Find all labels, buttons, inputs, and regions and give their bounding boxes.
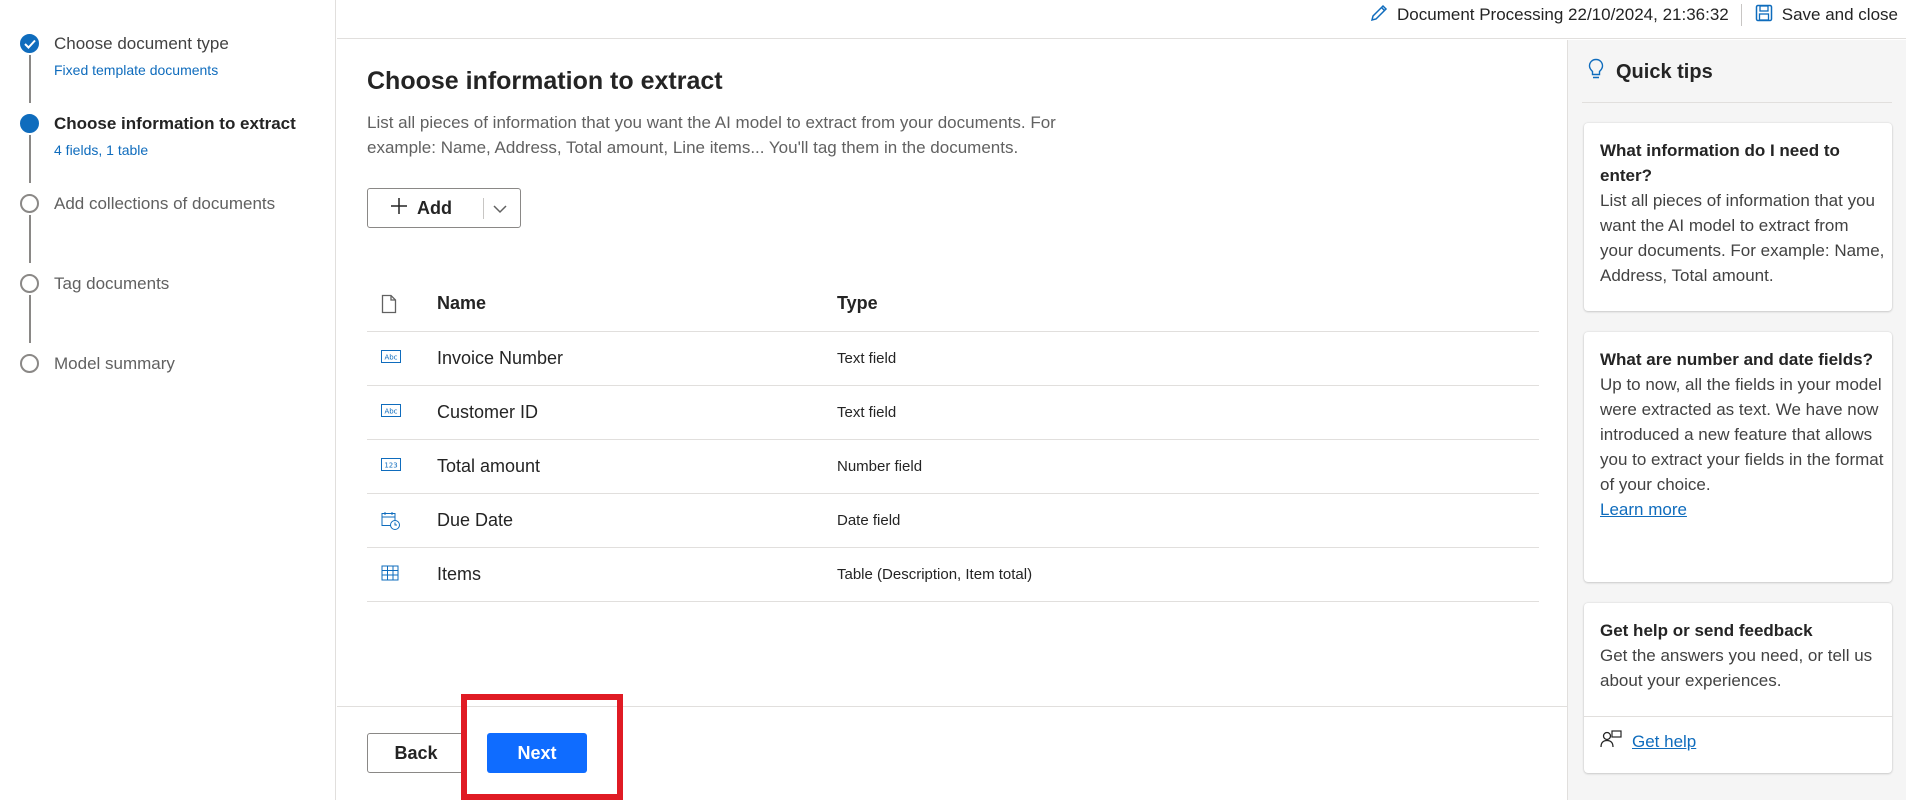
table-row[interactable]: Abc Invoice Number Text field <box>367 332 1539 386</box>
feedback-icon <box>1600 729 1622 754</box>
pencil-icon[interactable] <box>1369 3 1389 28</box>
top-bar: Document Processing 22/10/2024, 21:36:32… <box>337 0 1906 39</box>
next-button[interactable]: Next <box>487 733 587 773</box>
tip-card: What are number and date fields? Up to n… <box>1584 332 1892 582</box>
table-row[interactable]: Items Table (Description, Item total) <box>367 548 1539 602</box>
quick-tips-panel: Quick tips What information do I need to… <box>1567 40 1906 800</box>
table-row[interactable]: 123 Total amount Number field <box>367 440 1539 494</box>
step-subtitle: 4 fields, 1 table <box>54 142 149 158</box>
tip-title: What are number and date fields? <box>1600 350 1873 369</box>
step-title: Model summary <box>54 354 175 373</box>
step-connector <box>29 135 31 183</box>
field-name: Customer ID <box>437 402 539 422</box>
table-row[interactable]: Due Date Date field <box>367 494 1539 548</box>
divider <box>1584 716 1892 717</box>
plus-icon <box>390 197 408 220</box>
table-header: Name Type <box>367 275 1539 332</box>
field-type: Date field <box>837 512 901 529</box>
pending-step-icon <box>20 194 39 213</box>
tip-body-text: Up to now, all the fields in your model … <box>1600 375 1884 494</box>
field-name: Items <box>437 564 482 584</box>
chevron-down-icon[interactable] <box>492 201 508 222</box>
column-type: Type <box>837 293 878 313</box>
tip-card: Get help or send feedback Get the answer… <box>1584 603 1892 773</box>
checkmark-icon <box>20 34 39 53</box>
get-help-link[interactable]: Get help <box>1632 732 1696 752</box>
add-label: Add <box>417 197 452 218</box>
tip-body: Get the answers you need, or tell us abo… <box>1600 646 1873 690</box>
current-step-icon <box>20 114 39 133</box>
add-field-button[interactable]: Add <box>367 188 521 228</box>
field-type: Text field <box>837 404 897 421</box>
field-name: Invoice Number <box>437 348 564 368</box>
document-icon <box>381 294 397 319</box>
step-title: Tag documents <box>54 274 170 293</box>
step-connector <box>29 55 31 103</box>
tip-body: Up to now, all the fields in your model … <box>1600 372 1885 522</box>
text-field-icon: Abc <box>381 403 401 424</box>
step-connector <box>29 295 31 343</box>
pending-step-icon <box>20 274 39 293</box>
step-connector <box>29 215 31 263</box>
field-type: Table (Description, Item total) <box>837 566 1033 583</box>
page-description: List all pieces of information that you … <box>367 113 1056 157</box>
save-and-close-button[interactable]: Save and close <box>1782 5 1898 25</box>
fields-table: Name Type Abc Invoice Number Text field … <box>367 275 1539 602</box>
text-field-icon: Abc <box>381 349 401 370</box>
step-title: Add collections of documents <box>54 194 276 213</box>
divider <box>1740 4 1742 26</box>
date-field-icon <box>381 511 401 536</box>
tip-title: Get help or send feedback <box>1600 621 1813 640</box>
table-icon <box>381 565 399 586</box>
column-name: Name <box>437 293 487 313</box>
lightbulb-icon <box>1588 58 1604 86</box>
field-name: Total amount <box>437 456 541 476</box>
main-content: Choose information to extract List all p… <box>337 40 1567 800</box>
learn-more-link[interactable]: Learn more <box>1600 500 1687 519</box>
number-field-icon: 123 <box>381 457 401 478</box>
field-type: Number field <box>837 458 923 475</box>
step-subtitle: Fixed template documents <box>54 62 219 78</box>
field-type: Text field <box>837 350 897 367</box>
svg-text:123: 123 <box>384 462 397 470</box>
save-icon[interactable] <box>1754 3 1774 28</box>
svg-text:Abc: Abc <box>384 354 397 362</box>
tip-body: List all pieces of information that you … <box>1600 191 1885 285</box>
divider <box>1582 102 1892 103</box>
split-divider <box>483 198 484 219</box>
field-name: Due Date <box>437 510 514 530</box>
page-title: Choose information to extract <box>367 67 723 95</box>
tip-title: What information do I need to enter? <box>1600 141 1840 185</box>
step-title: Choose information to extract <box>54 114 296 133</box>
pending-step-icon <box>20 354 39 373</box>
back-button[interactable]: Back <box>367 733 465 773</box>
tip-card: What information do I need to enter? Lis… <box>1584 123 1892 311</box>
step-title: Choose document type <box>54 34 229 53</box>
document-title[interactable]: Document Processing 22/10/2024, 21:36:32 <box>1397 5 1729 25</box>
table-row[interactable]: Abc Customer ID Text field <box>367 386 1539 440</box>
svg-text:Abc: Abc <box>384 408 397 416</box>
footer-divider <box>337 706 1567 707</box>
tips-header: Quick tips <box>1616 60 1713 83</box>
wizard-stepper: Choose document type Fixed template docu… <box>0 0 336 800</box>
